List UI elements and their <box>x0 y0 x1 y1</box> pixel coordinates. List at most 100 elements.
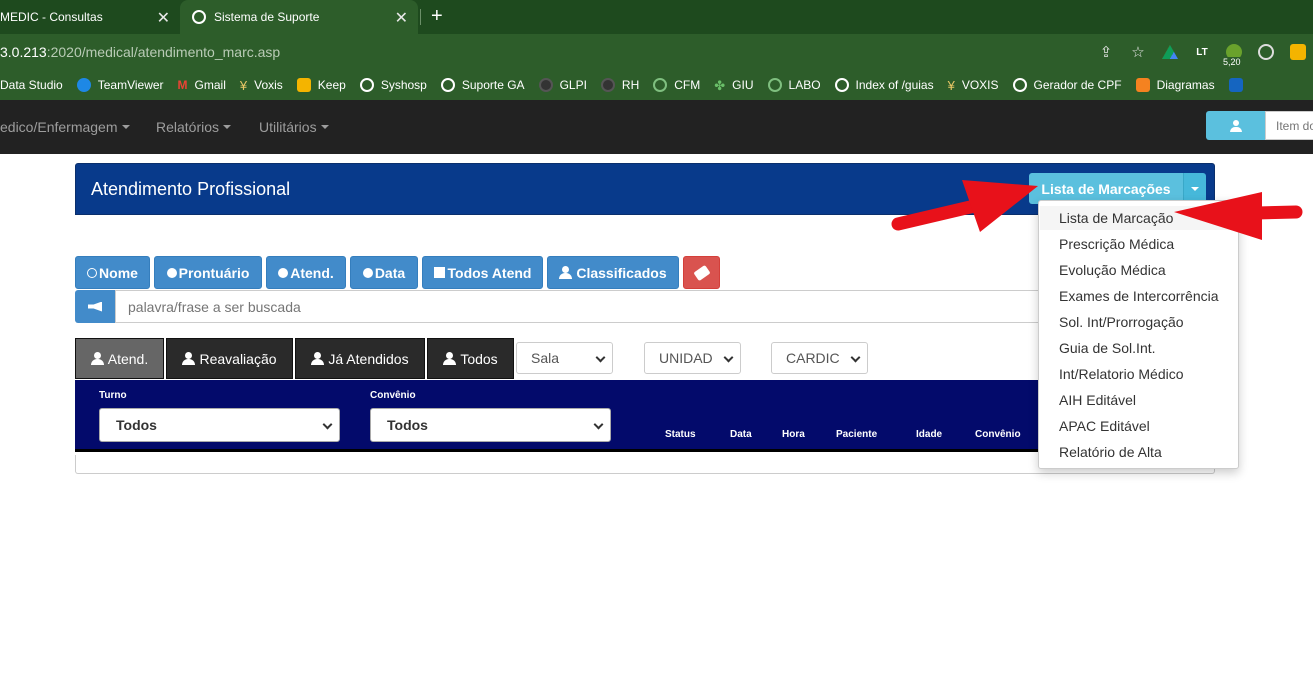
url-field[interactable]: 3.0.213:2020/medical/atendimento_marc.as… <box>0 34 280 70</box>
bookmark-data-studio[interactable]: Data Studio <box>0 78 63 92</box>
menu-label: Relatórios <box>156 119 220 135</box>
unidade-select[interactable]: UNIDAD <box>644 342 741 374</box>
user-button[interactable] <box>1206 111 1265 140</box>
keep-icon[interactable] <box>1287 41 1309 63</box>
column-convenio[interactable]: Convênio <box>975 429 1021 440</box>
filter-label: Nome <box>99 264 138 281</box>
filter-data-button[interactable]: Data <box>350 256 418 289</box>
tab-todos[interactable]: Todos <box>427 338 514 379</box>
bookmark-gerador-cpf[interactable]: Gerador de CPF <box>1012 78 1122 92</box>
app-navbar: edico/Enfermagem Relatórios Utilitários <box>0 100 1313 154</box>
globe-icon <box>1012 78 1027 92</box>
tab-ja-atendidos[interactable]: Já Atendidos <box>295 338 425 379</box>
tab-reavaliacao[interactable]: Reavaliação <box>166 338 293 379</box>
convenio-label: Convênio <box>370 390 416 401</box>
filter-prontuario-button[interactable]: Prontuário <box>154 256 262 289</box>
filter-classificados-button[interactable]: Classificados <box>547 256 679 289</box>
caret-down-icon <box>223 125 232 129</box>
especialidade-select[interactable]: CARDIC <box>771 342 868 374</box>
bookmark-keep[interactable]: Keep <box>296 78 346 92</box>
bookmark-voxis-2[interactable]: ¥ VOXIS <box>947 78 999 93</box>
bookmark-more[interactable] <box>1228 78 1250 92</box>
column-paciente[interactable]: Paciente <box>836 429 877 440</box>
languagetool-icon[interactable]: LT <box>1191 41 1213 63</box>
giu-icon: ✤ <box>714 78 726 93</box>
menu-item-lista-marcacao[interactable]: Lista de Marcação <box>1059 210 1173 226</box>
share-icon[interactable]: ⇪ <box>1095 41 1117 63</box>
menu-medico-enfermagem[interactable]: edico/Enfermagem <box>0 100 130 154</box>
bookmark-teamviewer[interactable]: TeamViewer <box>76 78 164 92</box>
column-idade[interactable]: Idade <box>916 429 942 440</box>
keep-icon <box>296 78 311 92</box>
filter-nome-button[interactable]: Nome <box>75 256 150 289</box>
menu-item-guia-sol-int[interactable]: Guia de Sol.Int. <box>1059 340 1156 356</box>
filter-label: Todos Atend <box>447 264 532 281</box>
menu-relatorios[interactable]: Relatórios <box>156 100 232 154</box>
bookmark-label: Suporte GA <box>461 78 525 92</box>
bookmark-glpi[interactable]: GLPI <box>538 78 587 92</box>
browser-tabstrip: MEDIC - Consultas ✕ Sistema de Suporte ✕… <box>0 0 1313 34</box>
bookmark-rh[interactable]: RH <box>600 78 639 92</box>
select-value: CARDIC <box>786 350 840 366</box>
bookmark-cfm[interactable]: CFM <box>653 78 700 92</box>
bookmark-index-guias[interactable]: Index of /guias <box>834 78 934 92</box>
tab-label: Já Atendidos <box>328 350 409 367</box>
radio-icon <box>87 267 98 278</box>
bookmark-syshosp[interactable]: Syshosp <box>359 78 427 92</box>
close-icon[interactable]: ✕ <box>395 8 408 28</box>
column-hora[interactable]: Hora <box>782 429 805 440</box>
chevron-down-icon <box>595 352 606 363</box>
tab-label: Todos <box>460 350 498 367</box>
bookmark-label: Syshosp <box>380 78 427 92</box>
url-host: 3.0.213 <box>0 44 47 60</box>
menu-item-int-relatorio-medico[interactable]: Int/Relatorio Médico <box>1059 366 1184 382</box>
browser-tab-medic[interactable]: MEDIC - Consultas ✕ <box>0 0 180 34</box>
new-tab-button[interactable]: + <box>431 5 443 28</box>
menu-item-evolucao-medica[interactable]: Evolução Médica <box>1059 262 1166 278</box>
select-value: Todos <box>387 417 428 433</box>
bookmark-giu[interactable]: ✤ GIU <box>714 78 754 93</box>
drive-icon[interactable] <box>1159 41 1181 63</box>
gmail-icon: M <box>177 78 188 92</box>
bookmark-diagramas[interactable]: Diagramas <box>1135 78 1215 92</box>
radio-icon <box>278 267 289 278</box>
bookmark-gmail[interactable]: M Gmail <box>178 78 226 92</box>
column-status[interactable]: Status <box>665 429 696 440</box>
menu-item-apac-editavel[interactable]: APAC Editável <box>1059 418 1150 434</box>
url-path: :2020/medical/atendimento_marc.asp <box>46 44 281 60</box>
clear-filters-button[interactable] <box>683 256 720 289</box>
turno-select[interactable]: Todos <box>99 408 340 442</box>
browser-tab-suporte[interactable]: Sistema de Suporte ✕ <box>180 0 418 34</box>
filter-atend-button[interactable]: Atend. <box>266 256 346 289</box>
filter-label: Data <box>374 264 406 281</box>
voxis-icon: ¥ <box>947 78 955 93</box>
tab-atend[interactable]: Atend. <box>75 338 164 379</box>
column-data[interactable]: Data <box>730 429 752 440</box>
bookmark-label: TeamViewer <box>97 78 164 92</box>
filter-label: Prontuário <box>178 264 250 281</box>
star-icon[interactable]: ☆ <box>1127 41 1149 63</box>
menu-item-relatorio-alta[interactable]: Relatório de Alta <box>1059 444 1162 460</box>
extension-icon[interactable] <box>1255 41 1277 63</box>
tab-separator <box>420 9 421 25</box>
menu-item-sol-int-prorrogacao[interactable]: Sol. Int/Prorrogação <box>1059 314 1184 330</box>
bookmark-labo[interactable]: LABO <box>767 78 821 92</box>
filter-todos-atend-button[interactable]: Todos Atend <box>422 256 543 289</box>
menu-item-prescricao-medica[interactable]: Prescrição Médica <box>1059 236 1174 252</box>
close-icon[interactable]: ✕ <box>157 8 170 28</box>
bookmark-suporte-ga[interactable]: Suporte GA <box>440 78 525 92</box>
menu-utilitarios[interactable]: Utilitários <box>259 100 329 154</box>
bookmark-label: GIU <box>732 78 754 92</box>
item-search-input[interactable] <box>1265 111 1313 140</box>
bookmark-label: Voxis <box>254 78 283 92</box>
extension-badge-icon[interactable]: 5,20 <box>1223 41 1245 67</box>
sala-select[interactable]: Sala <box>516 342 613 374</box>
tab-label: Reavaliação <box>199 350 277 367</box>
bookmark-voxis[interactable]: ¥ Voxis <box>240 78 283 93</box>
annotation-arrow-icon <box>891 180 1038 232</box>
megaphone-button[interactable] <box>75 290 115 323</box>
convenio-select[interactable]: Todos <box>370 408 611 442</box>
menu-item-aih-editavel[interactable]: AIH Editável <box>1059 392 1136 408</box>
bookmark-label: LABO <box>788 78 821 92</box>
menu-item-exames-intercorrencia[interactable]: Exames de Intercorrência <box>1059 288 1219 304</box>
